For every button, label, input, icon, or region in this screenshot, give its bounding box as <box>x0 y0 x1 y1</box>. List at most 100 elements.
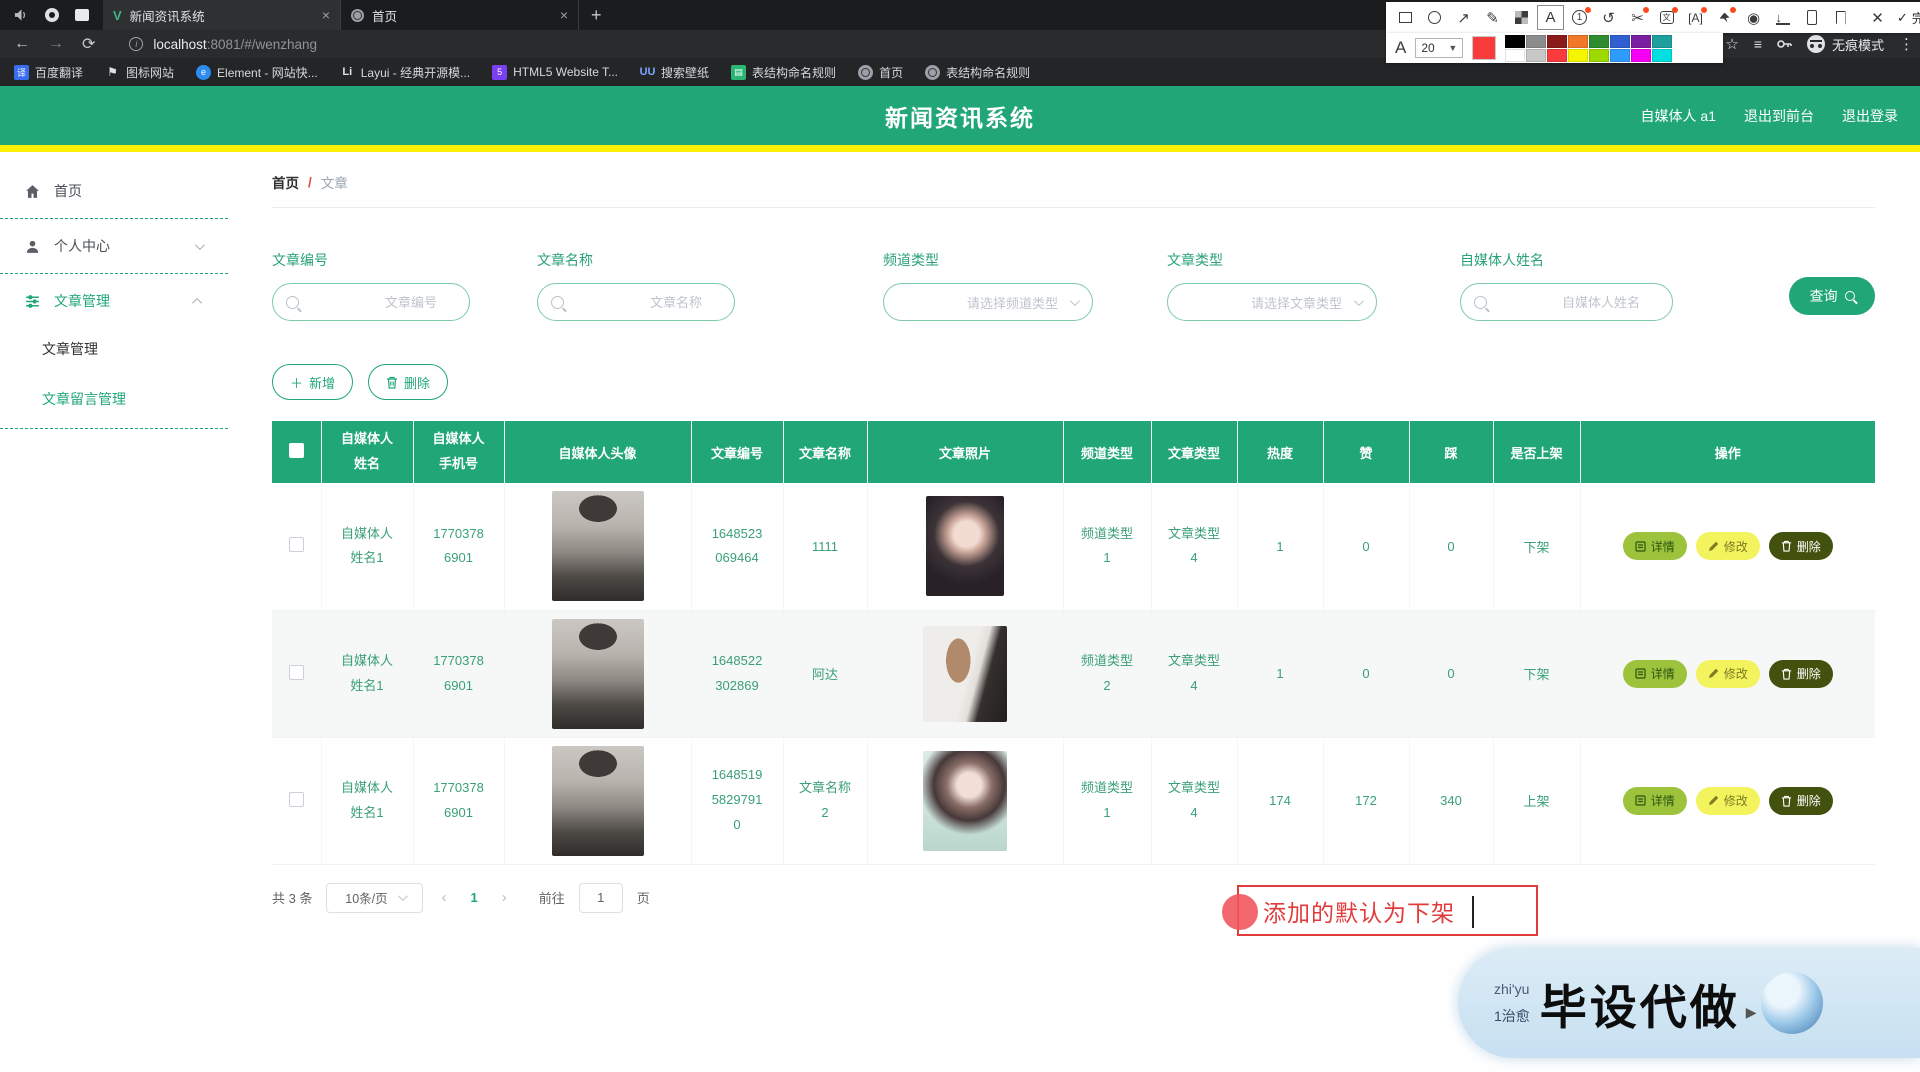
delete-button[interactable]: 删除 <box>368 364 448 400</box>
cell-phone: 17703786901 <box>432 776 486 825</box>
reading-list-icon[interactable]: ≡ <box>1754 36 1761 52</box>
row-checkbox[interactable] <box>289 665 304 680</box>
bookmark-item[interactable]: 5HTML5 Website T... <box>492 65 618 80</box>
cancel-capture-icon[interactable]: ✕ <box>1864 5 1891 30</box>
site-info-icon[interactable]: i <box>129 37 143 51</box>
arrow-tool-icon[interactable]: ↗ <box>1450 5 1477 30</box>
key-icon[interactable] <box>1776 36 1792 52</box>
add-button[interactable]: ＋ 新增 <box>272 364 353 400</box>
row-checkbox[interactable] <box>289 537 304 552</box>
color-swatch[interactable] <box>1526 35 1546 48</box>
row-checkbox[interactable] <box>289 792 304 807</box>
bookmark-item[interactable]: ▤表结构命名规则 <box>731 64 836 81</box>
sidebar-item-profile[interactable]: 个人中心 <box>0 223 228 269</box>
sidebar-divider <box>0 218 228 219</box>
watermark: zhi'yu 1治愈 毕设代做 ▶ <box>1458 948 1920 1058</box>
bookmark-item[interactable]: eElement - 网站快... <box>196 64 318 81</box>
download-icon[interactable]: ↓ <box>1769 5 1796 30</box>
article-no-input[interactable] <box>273 284 469 320</box>
sidebar-subitem-article-manage[interactable]: 文章管理 <box>0 324 228 374</box>
current-page[interactable]: 1 <box>464 890 483 905</box>
edit-button[interactable]: 修改 <box>1696 532 1760 560</box>
color-swatch[interactable] <box>1568 49 1588 62</box>
browser-tab-2[interactable]: 首页 × <box>341 0 579 30</box>
url-text[interactable]: localhost:8081/#/wenzhang <box>153 37 317 52</box>
breadcrumb-home[interactable]: 首页 <box>272 172 299 192</box>
article-name-input[interactable] <box>538 284 734 320</box>
query-button[interactable]: 查询 <box>1789 277 1875 315</box>
window-icon[interactable] <box>75 9 89 21</box>
step-number-tool-icon[interactable]: 1 <box>1566 5 1593 30</box>
mosaic-tool-icon[interactable] <box>1508 5 1535 30</box>
record-tool-icon[interactable]: ◉ <box>1740 5 1767 30</box>
tab-close-icon[interactable]: × <box>560 7 568 23</box>
reload-icon[interactable]: ⟳ <box>82 34 95 54</box>
detail-button[interactable]: 详情 <box>1623 532 1687 560</box>
color-swatch[interactable] <box>1589 35 1609 48</box>
color-swatch[interactable] <box>1652 35 1672 48</box>
bookmark-item[interactable]: 表结构命名规则 <box>925 64 1030 81</box>
goto-page-input[interactable] <box>579 883 623 913</box>
bookmark-item[interactable]: UU搜索壁纸 <box>640 64 709 81</box>
per-page-select[interactable]: 10条/页 <box>326 883 423 913</box>
color-swatch[interactable] <box>1631 49 1651 62</box>
prev-page-icon[interactable]: ‹ <box>437 889 450 906</box>
pen-tool-icon[interactable]: ✎ <box>1479 5 1506 30</box>
forward-icon[interactable]: → <box>48 35 64 53</box>
row-delete-button[interactable]: 删除 <box>1769 532 1833 560</box>
back-icon[interactable]: ← <box>14 35 30 53</box>
edit-button[interactable]: 修改 <box>1696 660 1760 688</box>
color-swatch[interactable] <box>1547 49 1567 62</box>
flag-icon: ⚑ <box>105 65 120 80</box>
color-swatch[interactable] <box>1610 35 1630 48</box>
article-type-select[interactable]: 请选择文章类型 <box>1167 283 1377 321</box>
next-page-icon[interactable]: › <box>498 889 511 906</box>
scissors-icon[interactable]: ✂ <box>1624 5 1651 30</box>
color-swatch[interactable] <box>1652 49 1672 62</box>
text-tool-icon[interactable]: A <box>1537 5 1564 30</box>
color-swatch[interactable] <box>1547 35 1567 48</box>
channel-type-select[interactable]: 请选择频道类型 <box>883 283 1093 321</box>
bookmark-tool-icon[interactable] <box>1827 5 1854 30</box>
bookmark-item[interactable]: 译百度翻译 <box>14 64 83 81</box>
color-swatch[interactable] <box>1589 49 1609 62</box>
row-delete-button[interactable]: 删除 <box>1769 660 1833 688</box>
color-swatch[interactable] <box>1631 35 1651 48</box>
ellipse-tool-icon[interactable] <box>1421 5 1448 30</box>
bookmark-item[interactable]: LiLayui - 经典开源模... <box>340 64 470 81</box>
exit-to-front-link[interactable]: 退出到前台 <box>1744 106 1814 126</box>
rectangle-tool-icon[interactable] <box>1392 5 1419 30</box>
sidebar-subitem-article-comments[interactable]: 文章留言管理 <box>0 374 228 424</box>
sidebar-divider <box>0 273 228 274</box>
bookmark-star-icon[interactable]: ☆ <box>1725 35 1738 53</box>
detail-button[interactable]: 详情 <box>1623 787 1687 815</box>
device-icon[interactable] <box>1798 5 1825 30</box>
menu-dots-icon[interactable]: ⋮ <box>1899 35 1914 53</box>
translate-tool-icon[interactable]: 文 <box>1653 5 1680 30</box>
color-swatch[interactable] <box>1505 35 1525 48</box>
bookmark-item[interactable]: 首页 <box>858 64 903 81</box>
bookmark-item[interactable]: ⚑图标网站 <box>105 64 174 81</box>
detail-button[interactable]: 详情 <box>1623 660 1687 688</box>
color-swatch[interactable] <box>1505 49 1525 62</box>
color-swatch[interactable] <box>1526 49 1546 62</box>
tab-close-icon[interactable]: × <box>322 7 330 23</box>
undo-icon[interactable]: ↺ <box>1595 5 1622 30</box>
author-name-input[interactable] <box>1461 284 1672 320</box>
color-swatch[interactable] <box>1568 35 1588 48</box>
new-tab-button[interactable]: + <box>591 5 602 26</box>
ocr-tool-icon[interactable]: [A] <box>1682 5 1709 30</box>
selected-color-swatch[interactable] <box>1472 36 1496 60</box>
browser-logo-icon[interactable] <box>45 8 59 22</box>
sidebar-item-article-group[interactable]: 文章管理 <box>0 278 228 324</box>
finish-capture-button[interactable]: ✓ 完成 <box>1893 5 1920 30</box>
select-all-checkbox[interactable] <box>289 443 304 458</box>
font-size-select[interactable]: 20▼ <box>1415 38 1463 58</box>
row-delete-button[interactable]: 删除 <box>1769 787 1833 815</box>
color-swatch[interactable] <box>1610 49 1630 62</box>
logout-link[interactable]: 退出登录 <box>1842 106 1898 126</box>
browser-tab-1[interactable]: V 新闻资讯系统 × <box>103 0 341 30</box>
sidebar-item-home[interactable]: 首页 <box>0 168 228 214</box>
edit-button[interactable]: 修改 <box>1696 787 1760 815</box>
pin-tool-icon[interactable] <box>1711 5 1738 30</box>
